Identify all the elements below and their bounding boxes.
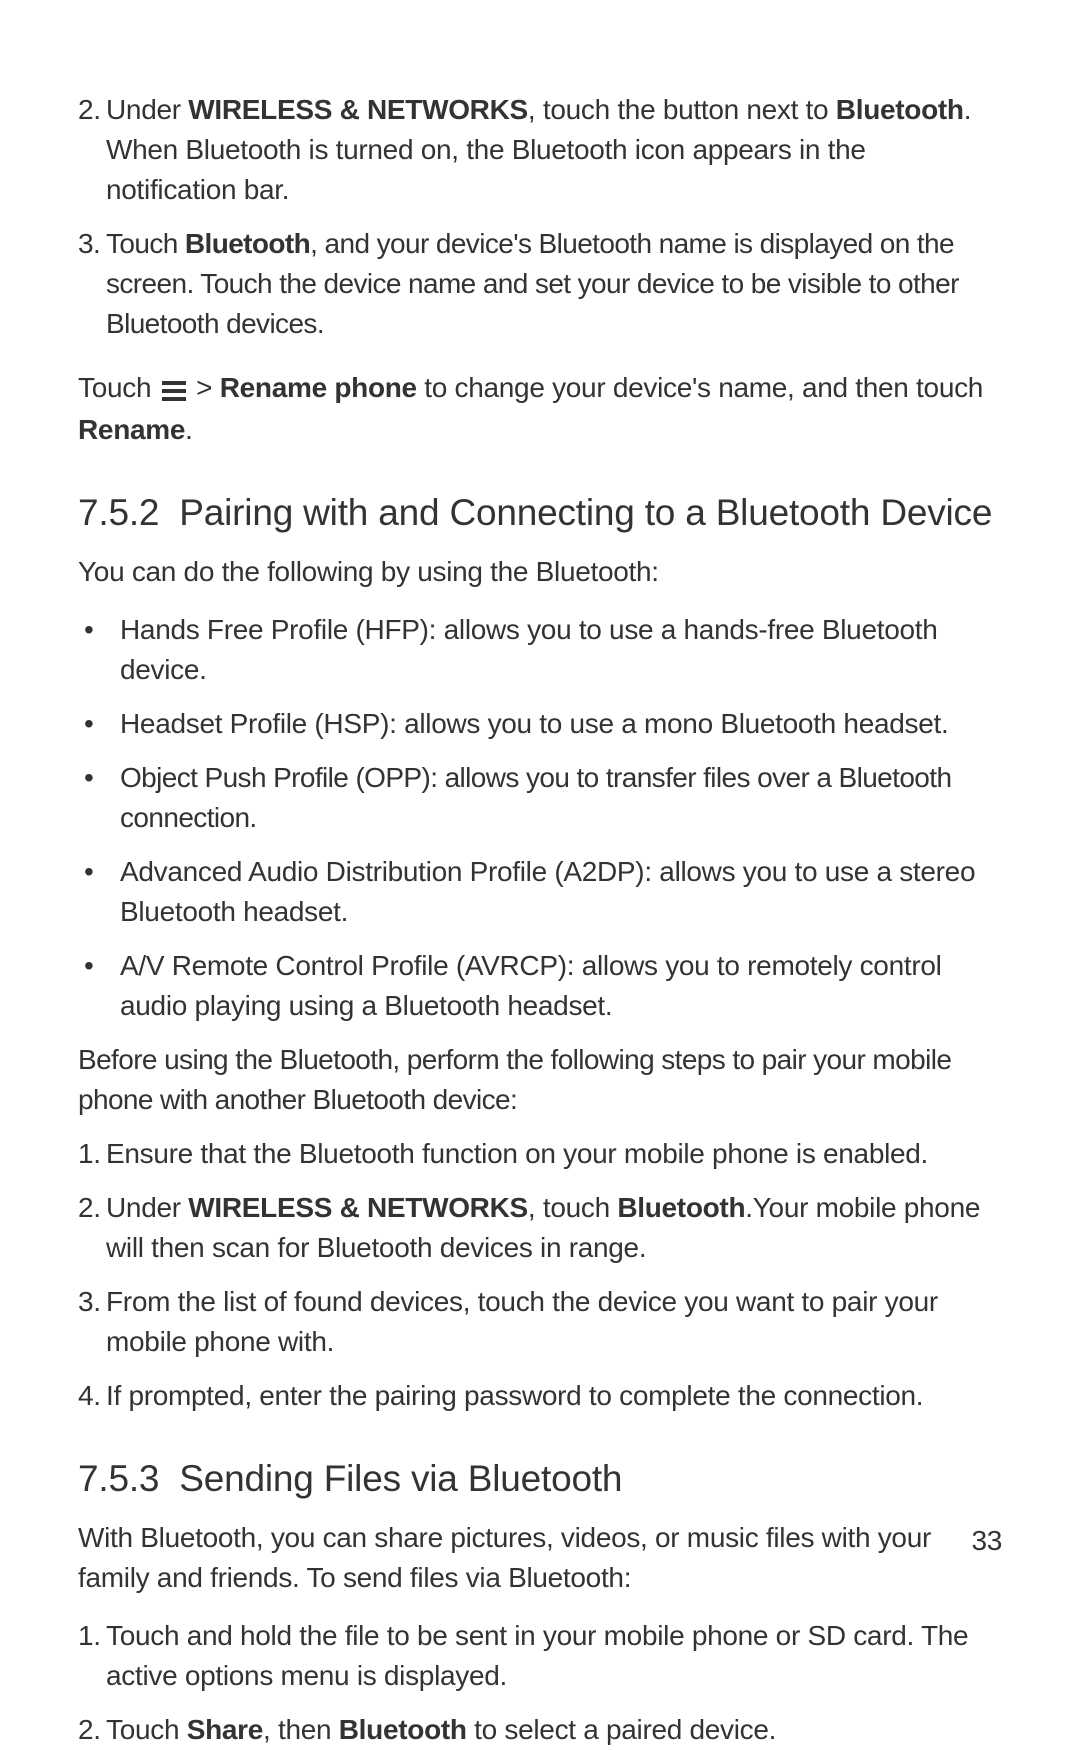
bullet-item: • Advanced Audio Distribution Profile (A… [78,852,1002,932]
step-body: Touch Share, then Bluetooth to select a … [106,1710,1002,1750]
text: , touch [528,1192,617,1223]
bold-text: Bluetooth [836,94,964,125]
text: Touch [78,372,159,403]
step-number: 1. [78,1134,106,1174]
step-number: 2. [78,1188,106,1268]
section-title: Sending Files via Bluetooth [179,1458,622,1499]
step-body: Ensure that the Bluetooth function on yo… [106,1134,1002,1174]
bullet-body: Object Push Profile (OPP): allows you to… [120,758,1002,838]
text: Touch [106,228,185,259]
text: , then [263,1714,339,1745]
page-number: 33 [971,1525,1002,1557]
text: Touch [106,1714,187,1745]
bold-text: WIRELESS & NETWORKS [188,94,528,125]
numbered-step: 1. Touch and hold the file to be sent in… [78,1616,1002,1696]
bullet-dot: • [78,610,120,690]
step-body: Under WIRELESS & NETWORKS, touch Bluetoo… [106,1188,1002,1268]
step-number: 2. [78,90,106,210]
bullet-item: • Headset Profile (HSP): allows you to u… [78,704,1002,744]
bold-text: Rename phone [220,372,417,403]
intro-paragraph: You can do the following by using the Bl… [78,552,1002,592]
bullet-body: Headset Profile (HSP): allows you to use… [120,704,1002,744]
bold-text: Share [187,1714,263,1745]
text: . [185,414,192,445]
text: , touch the button next to [528,94,836,125]
section-title: Pairing with and Connecting to a Bluetoo… [179,492,992,533]
numbered-step: 2. Under WIRELESS & NETWORKS, touch Blue… [78,1188,1002,1268]
step-number: 3. [78,1282,106,1362]
bullet-body: Hands Free Profile (HFP): allows you to … [120,610,1002,690]
step-body: If prompted, enter the pairing password … [106,1376,1002,1416]
step-number: 4. [78,1376,106,1416]
numbered-step: 3. From the list of found devices, touch… [78,1282,1002,1362]
bold-text: Bluetooth [617,1192,745,1223]
bullet-item: • A/V Remote Control Profile (AVRCP): al… [78,946,1002,1026]
bullet-dot: • [78,758,120,838]
numbered-step: 1. Ensure that the Bluetooth function on… [78,1134,1002,1174]
text: to change your device's name, and then t… [417,372,983,403]
bold-text: Rename [78,414,185,445]
bold-text: WIRELESS & NETWORKS [188,1192,528,1223]
bullet-dot: • [78,852,120,932]
menu-icon [159,370,189,410]
text: Under [106,1192,188,1223]
step-body: Touch Bluetooth, and your device's Bluet… [106,224,1002,344]
intro-paragraph: With Bluetooth, you can share pictures, … [78,1518,1002,1598]
section-number: 7.5.2 [78,492,159,533]
bold-text: Bluetooth [339,1714,467,1745]
step-number: 3. [78,224,106,344]
step-number: 1. [78,1616,106,1696]
paragraph: Before using the Bluetooth, perform the … [78,1040,1002,1120]
text: > [189,372,220,403]
step-body: Touch and hold the file to be sent in yo… [106,1616,1002,1696]
numbered-step: 2. Under WIRELESS & NETWORKS, touch the … [78,90,1002,210]
bullet-dot: • [78,704,120,744]
bullet-dot: • [78,946,120,1026]
text: Under [106,94,188,125]
section-heading-752: 7.5.2 Pairing with and Connecting to a Bl… [78,492,1002,534]
bullet-body: Advanced Audio Distribution Profile (A2D… [120,852,1002,932]
section-heading-753: 7.5.3 Sending Files via Bluetooth [78,1458,1002,1500]
section-number: 7.5.3 [78,1458,159,1499]
numbered-step: 2. Touch Share, then Bluetooth to select… [78,1710,1002,1750]
bullet-body: A/V Remote Control Profile (AVRCP): allo… [120,946,1002,1026]
numbered-step: 4. If prompted, enter the pairing passwo… [78,1376,1002,1416]
step-body: From the list of found devices, touch th… [106,1282,1002,1362]
step-body: Under WIRELESS & NETWORKS, touch the but… [106,90,1002,210]
bold-text: Bluetooth [185,228,310,259]
bullet-item: • Hands Free Profile (HFP): allows you t… [78,610,1002,690]
bullet-item: • Object Push Profile (OPP): allows you … [78,758,1002,838]
instruction-paragraph: Touch > Rename phone to change your devi… [78,368,1002,450]
text: to select a paired device. [467,1714,776,1745]
step-number: 2. [78,1710,106,1750]
numbered-step: 3. Touch Bluetooth, and your device's Bl… [78,224,1002,344]
